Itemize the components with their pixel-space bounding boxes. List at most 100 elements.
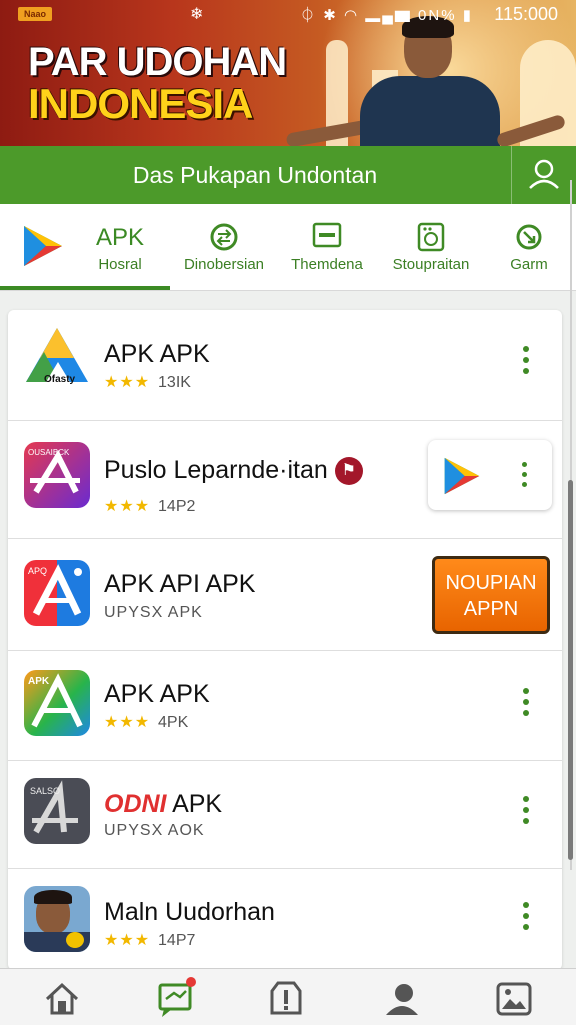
play-install-card[interactable] [428,440,552,510]
tab-label: Garm [510,256,548,273]
signal-icon: ▂▄▆ [365,7,412,24]
header-title: Das Pukapan Undontan [132,162,378,188]
app-icon-label: APQ [28,566,48,576]
badge-icon [66,932,84,948]
tab-themdena[interactable]: Themdena [284,204,370,290]
app-name: APK APK [104,680,210,708]
more-options-icon[interactable] [520,688,532,722]
app-icon-label: Ofasty [44,374,76,385]
app-meta: UPYSX APK [104,604,203,621]
nav-messages[interactable] [156,977,196,1019]
pin-icon: ⚑ [334,457,363,486]
app-icon: APK [24,670,90,736]
more-options-icon[interactable] [520,796,532,830]
clock: 115:000 [494,4,558,24]
app-name: ODNI APK [104,790,222,819]
tab-label: Themdena [291,256,363,273]
battery-label: 0N% [418,7,457,24]
tab-apk-label: Hosral [98,256,142,273]
battery-icon: ▮ [462,7,473,24]
rating-stars: ★★★ [104,714,151,731]
minus-box-icon [312,222,342,248]
install-button[interactable]: NOUPIAN APPN [432,556,550,634]
download-count: 13IK [158,374,191,391]
snowflake-icon: ❄ [190,6,204,23]
promo-banner[interactable]: PAR UDOHAN INDONESIA Naao ❄ ⏀ ✱ ◠ ▂▄▆ 0N… [0,0,576,146]
tab-apk[interactable]: APK Hosral [0,204,170,290]
nav-gallery[interactable] [494,979,534,1019]
app-meta: ★★★ 4PK [104,712,188,732]
app-icon [24,886,90,952]
more-options-icon[interactable] [520,346,532,380]
download-count: 4PK [158,714,189,731]
app-icon: Ofasty [24,326,90,392]
alert-icon [270,981,302,1015]
status-icons: ⏀ ✱ ◠ ▂▄▆ 0N% ▮ [300,4,473,25]
wifi-icon: ◠ [343,7,360,24]
notification-tag: Naao [18,7,53,21]
nav-alerts[interactable] [266,979,306,1019]
app-icon-label: SALSO [30,786,61,796]
tab-stoupraitan[interactable]: Stoupraitan [384,204,478,290]
list-item[interactable]: OUSAIBCK Puslo Leparnde·itan ⚑ ★★★ 14P2 [8,420,562,539]
list-item[interactable]: Ofasty APK APK ★★★ 13IK [8,310,562,421]
more-options-icon[interactable] [520,902,532,936]
rating-stars: ★★★ [104,498,151,515]
download-count: 14P2 [158,498,196,515]
profile-icon [386,984,418,1015]
list-item[interactable]: SALSO ODNI APK UPYSX AOK [8,760,562,869]
banner-title-line2: INDONESIA [28,80,253,127]
vibrate-icon: ⏀ [300,7,318,24]
swap-circle-icon [210,223,238,251]
app-header: Das Pukapan Undontan [0,146,576,204]
active-tab-indicator [0,286,170,290]
app-icon: APQ [24,560,90,626]
play-store-icon [24,226,62,266]
tab-garm[interactable]: Garm [490,204,568,290]
app-name-brand: ODNI [104,790,167,818]
app-icon: OUSAIBCK [24,442,90,508]
category-tabs: APK Hosral Dinobersian Themdena Stouprai… [0,204,576,291]
rating-stars: ★★★ [104,932,151,949]
rating-stars: ★★★ [104,374,151,391]
app-meta: ★★★ 14P7 [104,930,195,950]
download-count: 14P7 [158,932,196,949]
app-meta: UPYSX AOK [104,822,205,839]
account-button[interactable] [511,146,576,204]
tab-apk-title: APK [95,224,145,251]
more-options-icon[interactable] [518,462,530,496]
home-icon [45,982,79,1015]
banner-title-line1: PAR UDOHAN [28,40,287,84]
clock-arrow-icon [516,224,542,250]
list-item[interactable]: APK APK APK ★★★ 4PK [8,650,562,761]
bottom-navigation [0,968,576,1025]
notification-badge [186,977,196,987]
tab-label: Dinobersian [183,256,265,273]
play-store-icon [444,457,480,495]
app-name-text: APK [172,790,223,818]
app-name: Puslo Leparnde·itan ⚑ [104,456,363,486]
list-item[interactable]: APQ APK API APK UPYSX APK NOUPIAN APPN [8,538,562,651]
scrollbar-thumb[interactable] [568,480,573,860]
app-name: APK APK [104,340,210,368]
list-item[interactable]: Maln Uudorhan ★★★ 14P7 [8,868,562,970]
nav-home[interactable] [42,979,82,1019]
app-meta: ★★★ 13IK [104,372,191,392]
app-meta: ★★★ 14P2 [104,496,195,516]
tab-label: Stoupraitan [392,256,470,273]
presenter-photo [285,10,567,146]
app-icon-label: OUSAIBCK [28,448,70,457]
app-name-text: Puslo Leparnde·itan [104,456,328,484]
gallery-icon [496,982,532,1016]
app-list: Ofasty APK APK ★★★ 13IK OUSAIBCK Puslo Le… [8,310,562,970]
user-icon [529,159,559,189]
app-name: APK API APK [104,570,256,598]
app-icon: SALSO [24,778,90,844]
app-name: Maln Uudorhan [104,898,275,926]
tab-dinobersian[interactable]: Dinobersian [176,204,272,290]
washer-icon [417,222,445,252]
bluetooth-icon: ✱ [323,7,338,24]
app-icon-label: APK [28,676,50,687]
nav-profile[interactable] [382,979,422,1019]
status-bar: Naao ❄ ⏀ ✱ ◠ ▂▄▆ 0N% ▮ 115:000 [0,0,576,30]
